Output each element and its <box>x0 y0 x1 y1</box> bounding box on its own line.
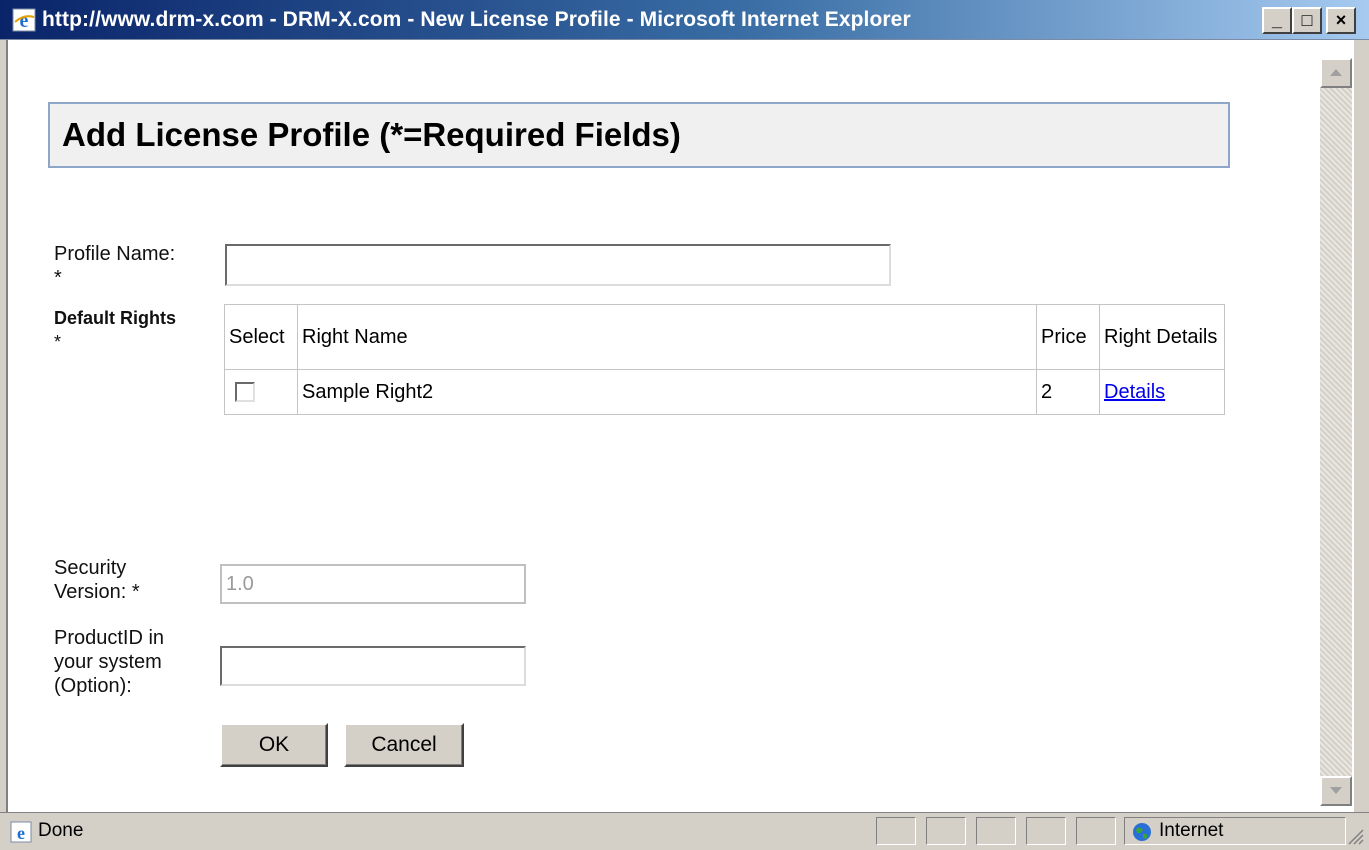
security-version-label: Security Version: * <box>54 557 140 603</box>
col-header-select: Select <box>224 304 298 370</box>
svg-text:e: e <box>20 10 29 32</box>
security-zone-pane: Internet <box>1124 817 1346 845</box>
minimize-icon: _ <box>1271 10 1282 30</box>
profile-name-required-marker: * <box>54 267 62 289</box>
page-title-box: Add License Profile (*=Required Fields) <box>48 102 1230 168</box>
minimize-button[interactable]: _ <box>1262 7 1292 34</box>
select-cell <box>224 369 298 415</box>
product-id-label: ProductID in your system (Option): <box>54 627 165 697</box>
product-id-input[interactable] <box>220 646 526 686</box>
status-pane <box>876 817 916 845</box>
page-done-icon: e <box>10 821 32 843</box>
col-header-right-details: Right Details <box>1099 304 1225 370</box>
select-right-checkbox[interactable] <box>235 382 255 403</box>
globe-icon <box>1133 823 1151 841</box>
window-frame-left <box>0 40 8 824</box>
resize-grip-icon[interactable] <box>1346 827 1364 845</box>
profile-name-input[interactable] <box>225 244 891 286</box>
scroll-down-button[interactable] <box>1320 776 1352 806</box>
scroll-up-arrow-icon <box>1330 69 1342 76</box>
status-pane <box>976 817 1016 845</box>
details-cell: Details <box>1099 369 1225 415</box>
default-rights-label-text: Default Rights <box>54 308 177 328</box>
status-bar: e Done Internet <box>0 812 1369 850</box>
details-link[interactable]: Details <box>1104 381 1165 403</box>
profile-name-label: Profile Name: * <box>54 242 175 290</box>
window-frame-right <box>1352 40 1369 824</box>
profile-name-label-text: Profile Name: <box>54 243 176 265</box>
window-titlebar[interactable]: e http://www.drm-x.com - DRM-X.com - New… <box>0 0 1369 40</box>
cancel-button[interactable]: Cancel <box>344 723 464 767</box>
status-pane <box>1076 817 1116 845</box>
maximize-button[interactable]: □ <box>1292 7 1322 34</box>
rights-table: Select Right Name Price Right Details Sa… <box>224 304 1225 415</box>
close-icon: × <box>1335 10 1347 30</box>
table-row: Sample Right2 2 Details <box>224 369 1225 415</box>
col-header-right-name: Right Name <box>297 304 1037 370</box>
security-version-input[interactable] <box>220 564 526 604</box>
page-title: Add License Profile (*=Required Fields) <box>62 116 681 153</box>
vertical-scrollbar[interactable] <box>1320 58 1352 806</box>
status-pane <box>926 817 966 845</box>
col-header-price: Price <box>1036 304 1100 370</box>
scroll-down-arrow-icon <box>1330 787 1342 794</box>
default-rights-label: Default Rights * <box>54 306 176 354</box>
ok-button[interactable]: OK <box>220 723 328 767</box>
status-text: Done <box>38 820 84 841</box>
internet-explorer-icon: e <box>12 8 36 32</box>
default-rights-required-marker: * <box>54 332 62 352</box>
maximize-icon: □ <box>1301 10 1313 30</box>
window-title: http://www.drm-x.com - DRM-X.com - New L… <box>42 8 911 31</box>
security-zone-text: Internet <box>1159 820 1224 841</box>
status-pane <box>1026 817 1066 845</box>
rights-table-header: Select Right Name Price Right Details <box>224 304 1225 370</box>
svg-text:e: e <box>17 823 25 843</box>
scroll-up-button[interactable] <box>1320 58 1352 88</box>
close-button[interactable]: × <box>1326 7 1356 34</box>
price-cell: 2 <box>1036 369 1100 415</box>
right-name-cell: Sample Right2 <box>297 369 1037 415</box>
